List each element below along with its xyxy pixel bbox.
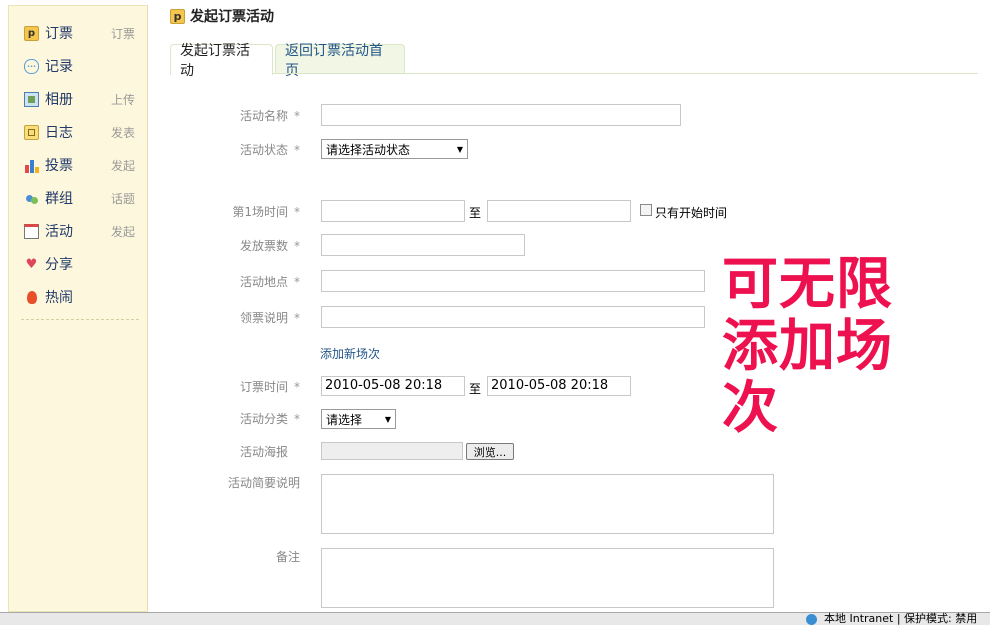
sidebar-item-action[interactable]: 发表 bbox=[111, 124, 135, 141]
session-time-label: 第1场时间 * bbox=[232, 205, 300, 219]
sidebar-item-label: 相册 bbox=[45, 92, 73, 108]
sidebar-item-label: 群组 bbox=[45, 191, 73, 207]
sidebar-item-group[interactable]: 群组 话题 bbox=[24, 187, 144, 209]
chevron-down-icon: ▼ bbox=[456, 144, 463, 154]
session-start-input[interactable] bbox=[321, 200, 465, 222]
globe-icon bbox=[806, 614, 817, 625]
required-mark: * bbox=[294, 205, 300, 219]
required-mark: * bbox=[294, 412, 300, 426]
remark-label: 备注 bbox=[275, 550, 300, 564]
sidebar-item-action[interactable]: 话题 bbox=[111, 190, 135, 207]
location-input[interactable] bbox=[321, 270, 705, 292]
location-label: 活动地点 * bbox=[239, 275, 300, 289]
bar-chart-icon bbox=[24, 158, 39, 173]
ticket-icon: p bbox=[24, 25, 39, 41]
sidebar-item-ticket[interactable]: p 订票 订票 bbox=[24, 22, 144, 44]
annotation-text: 可无限添加场次 bbox=[722, 252, 893, 441]
only-start-time-label: 只有开始时间 bbox=[655, 206, 728, 220]
sidebar-item-action[interactable]: 上传 bbox=[111, 91, 135, 108]
sidebar-item-action[interactable]: 发起 bbox=[111, 157, 135, 174]
flame-icon bbox=[24, 290, 39, 305]
sidebar-item-label: 热闹 bbox=[45, 290, 73, 306]
chevron-down-icon: ▼ bbox=[384, 414, 391, 424]
sidebar-item-hot[interactable]: 热闹 bbox=[24, 286, 144, 308]
category-label: 活动分类 * bbox=[239, 412, 300, 426]
sidebar-item-label: 分享 bbox=[45, 257, 73, 273]
ticket-count-input[interactable] bbox=[321, 234, 525, 256]
only-start-time-checkbox[interactable] bbox=[640, 204, 652, 216]
category-select[interactable]: 请选择 ▼ bbox=[321, 409, 396, 429]
photo-icon bbox=[24, 91, 39, 107]
remark-textarea[interactable] bbox=[321, 548, 774, 608]
sidebar-item-record[interactable]: ··· 记录 bbox=[24, 55, 144, 77]
sidebar-item-label: 订票 bbox=[45, 26, 73, 42]
calendar-icon bbox=[24, 223, 39, 239]
sidebar: p 订票 订票 ··· 记录 相册 上传 日志 发表 投票 发起 群组 话题 活… bbox=[8, 5, 148, 612]
sidebar-divider bbox=[21, 319, 139, 320]
poster-file-field[interactable] bbox=[321, 442, 463, 460]
event-status-select[interactable]: 请选择活动状态 ▼ bbox=[321, 139, 468, 159]
summary-textarea[interactable] bbox=[321, 474, 774, 534]
sidebar-item-label: 投票 bbox=[45, 158, 73, 174]
sidebar-item-label: 记录 bbox=[45, 59, 73, 75]
sidebar-item-label: 日志 bbox=[45, 125, 73, 141]
sidebar-item-vote[interactable]: 投票 发起 bbox=[24, 154, 144, 176]
required-mark: * bbox=[294, 143, 300, 157]
notebook-icon bbox=[24, 124, 39, 140]
sidebar-item-action[interactable]: 发起 bbox=[111, 223, 135, 240]
sidebar-item-action[interactable]: 订票 bbox=[111, 25, 135, 42]
ticket-icon: p bbox=[170, 8, 185, 24]
booking-end-input[interactable]: 2010-05-08 20:18 bbox=[487, 376, 631, 396]
event-status-label: 活动状态 * bbox=[239, 143, 300, 157]
tab-back-to-home[interactable]: 返回订票活动首页 bbox=[275, 43, 405, 79]
sidebar-item-event[interactable]: 活动 发起 bbox=[24, 220, 144, 242]
booking-time-label: 订票时间 * bbox=[239, 380, 300, 394]
status-text: 本地 Intranet | 保护模式: 禁用 bbox=[824, 612, 978, 625]
page-title: p 发起订票活动 bbox=[170, 6, 274, 26]
booking-start-input[interactable]: 2010-05-08 20:18 bbox=[321, 376, 465, 396]
session-end-input[interactable] bbox=[487, 200, 631, 222]
speech-bubble-icon: ··· bbox=[24, 58, 39, 74]
summary-label: 活动简要说明 bbox=[227, 476, 300, 490]
required-mark: * bbox=[294, 109, 300, 123]
sidebar-item-blog[interactable]: 日志 发表 bbox=[24, 121, 144, 143]
add-session-link[interactable]: 添加新场次 bbox=[320, 345, 380, 362]
page-title-text: 发起订票活动 bbox=[190, 9, 274, 25]
required-mark: * bbox=[294, 239, 300, 253]
sidebar-item-label: 活动 bbox=[45, 224, 73, 240]
pickup-note-label: 领票说明 * bbox=[239, 311, 300, 325]
ticket-count-label: 发放票数 * bbox=[239, 239, 300, 253]
required-mark: * bbox=[294, 311, 300, 325]
status-bar: 本地 Intranet | 保护模式: 禁用 bbox=[0, 612, 990, 625]
to-text: 至 bbox=[469, 206, 482, 220]
required-mark: * bbox=[294, 275, 300, 289]
to-text: 至 bbox=[469, 382, 482, 396]
tab-create-event[interactable]: 发起订票活动 bbox=[170, 43, 273, 79]
sidebar-item-album[interactable]: 相册 上传 bbox=[24, 88, 144, 110]
event-name-label: 活动名称 * bbox=[239, 109, 300, 123]
pickup-note-input[interactable] bbox=[321, 306, 705, 328]
tab-divider bbox=[170, 73, 978, 74]
event-name-input[interactable] bbox=[321, 104, 681, 126]
required-mark: * bbox=[294, 380, 300, 394]
poster-label: 活动海报 bbox=[239, 445, 288, 459]
group-icon bbox=[24, 191, 39, 206]
browse-button[interactable]: 浏览... bbox=[466, 443, 514, 460]
hearts-icon: ♥ bbox=[25, 256, 38, 272]
sidebar-item-share[interactable]: ♥ 分享 bbox=[24, 253, 144, 275]
